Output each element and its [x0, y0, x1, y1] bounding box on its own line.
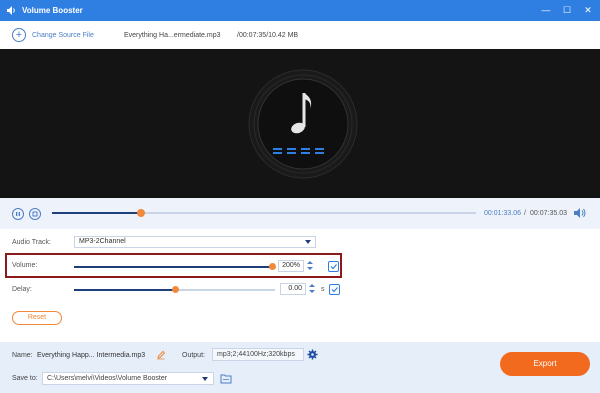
progress-handle[interactable] — [137, 209, 146, 217]
stop-icon — [32, 211, 38, 217]
check-icon — [331, 287, 338, 293]
current-time: 00:01:33.06 — [484, 210, 521, 217]
delay-apply-checkbox[interactable] — [329, 284, 340, 295]
title-bar: Volume Booster — ☐ ✕ — [0, 0, 600, 21]
source-bar: + Change Source File Everything Ha...erm… — [0, 21, 600, 49]
change-source-file-label: Change Source File — [32, 31, 94, 39]
output-bar: Name: Everything Happ... Intermedia.mp3 … — [0, 342, 600, 393]
delay-slider-fill — [74, 289, 175, 291]
output-file-name: Everything Happ... Intermedia.mp3 — [37, 352, 146, 359]
chevron-down-icon — [305, 240, 311, 244]
audio-track-select[interactable]: MP3-2Channel — [74, 236, 316, 248]
close-button[interactable]: ✕ — [582, 4, 594, 16]
delay-slider-handle[interactable] — [171, 286, 179, 293]
output-format-field: mp3;2;44100Hz;320kbps — [212, 348, 304, 361]
stepper-down-icon[interactable] — [307, 267, 313, 270]
open-folder-icon[interactable] — [220, 373, 232, 384]
edit-pencil-icon[interactable] — [156, 350, 166, 360]
source-duration-size: /00:07:35/10.42 MB — [237, 32, 299, 39]
volume-slider-handle[interactable] — [269, 263, 276, 270]
audio-track-label: Audio Track: — [12, 239, 51, 246]
delay-stepper[interactable] — [309, 283, 315, 295]
name-label: Name: — [12, 352, 33, 359]
reset-button[interactable]: Reset — [12, 311, 62, 325]
delay-label: Delay: — [12, 286, 32, 293]
stepper-down-icon[interactable] — [309, 290, 315, 293]
stop-button[interactable] — [29, 208, 41, 220]
volume-apply-checkbox[interactable] — [328, 261, 339, 272]
export-button[interactable]: Export — [500, 352, 590, 376]
volume-slider[interactable] — [74, 263, 276, 270]
pause-icon — [16, 212, 20, 216]
volume-slider-fill — [74, 266, 272, 268]
minimize-button[interactable]: — — [540, 4, 552, 16]
audio-track-value: MP3-2Channel — [79, 238, 126, 245]
playback-progress-slider[interactable] — [52, 209, 476, 217]
total-time: 00:07:35.03 — [530, 210, 567, 217]
playback-bar: 00:01:33.06 / 00:07:35.03 — [0, 198, 600, 229]
stepper-up-icon[interactable] — [309, 284, 315, 287]
audio-preview-area — [0, 49, 600, 198]
output-label: Output: — [182, 352, 205, 359]
volume-label: Volume: — [12, 262, 38, 269]
chevron-down-icon[interactable] — [202, 377, 208, 381]
gear-icon[interactable] — [307, 349, 318, 360]
save-to-label: Save to: — [12, 375, 38, 382]
delay-value-field[interactable]: 0.00 — [280, 283, 306, 295]
plus-icon: + — [12, 28, 26, 42]
time-separator: / — [524, 210, 526, 217]
music-note-disc-icon — [248, 69, 358, 179]
volume-speaker-icon[interactable] — [573, 207, 587, 219]
maximize-button[interactable]: ☐ — [561, 4, 573, 16]
volume-value-field[interactable]: 200% — [278, 260, 304, 272]
save-to-path-field[interactable]: C:\Users\melvi\Videos\Volume Booster — [42, 372, 214, 385]
pause-button[interactable] — [12, 208, 24, 220]
window-title: Volume Booster — [22, 6, 83, 15]
change-source-file-button[interactable]: + Change Source File — [12, 28, 94, 42]
stepper-up-icon[interactable] — [307, 261, 313, 264]
volume-stepper[interactable] — [307, 260, 313, 272]
volume-booster-app-icon — [7, 6, 15, 15]
delay-unit: s — [321, 286, 325, 293]
progress-fill — [52, 212, 142, 214]
delay-slider[interactable] — [74, 286, 275, 293]
source-file-name: Everything Ha...ermediate.mp3 — [124, 32, 221, 39]
settings-panel: Audio Track: MP3-2Channel Volume: 200% D… — [0, 229, 600, 342]
check-icon — [330, 264, 337, 270]
